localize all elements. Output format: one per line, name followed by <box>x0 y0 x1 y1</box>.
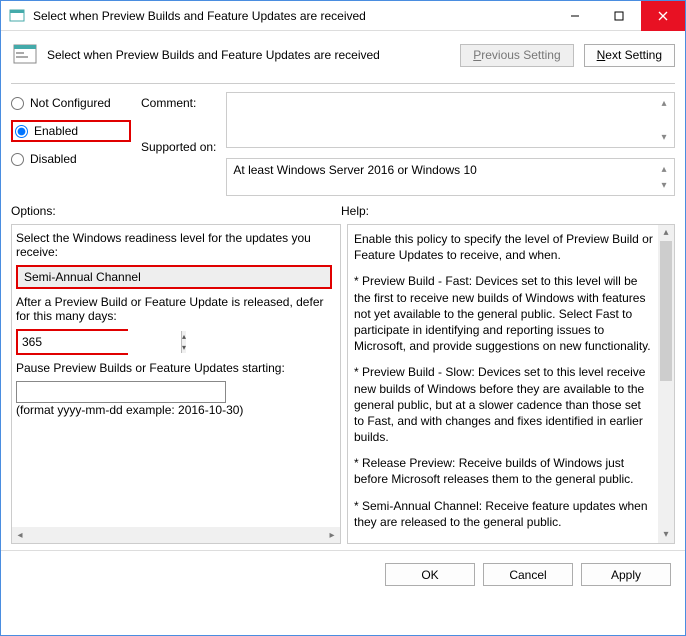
divider <box>11 83 675 84</box>
channel-value: Semi-Annual Channel <box>24 270 141 284</box>
minimize-button[interactable] <box>553 1 597 31</box>
next-setting-button[interactable]: Next Setting <box>584 44 675 67</box>
supported-on-box: At least Windows Server 2016 or Windows … <box>226 158 675 196</box>
help-text: * Semi-Annual Channel: Receive feature u… <box>354 498 654 530</box>
titlebar: Select when Preview Builds and Feature U… <box>1 1 685 31</box>
cancel-button[interactable]: Cancel <box>483 563 573 586</box>
supported-on-text: At least Windows Server 2016 or Windows … <box>233 163 476 177</box>
comment-label: Comment: <box>141 96 216 110</box>
previous-setting-button: Previous Setting <box>460 44 573 67</box>
scroll-down-icon[interactable]: ▾ <box>656 129 672 145</box>
radio-label: Disabled <box>30 152 77 166</box>
options-heading: Options: <box>11 204 341 218</box>
radio-input-not-configured[interactable] <box>11 97 24 110</box>
pause-label: Pause Preview Builds or Feature Updates … <box>16 361 332 375</box>
help-text: Enable this policy to specify the level … <box>354 231 654 263</box>
help-pane: Enable this policy to specify the level … <box>347 224 675 544</box>
policy-title: Select when Preview Builds and Feature U… <box>47 48 452 62</box>
app-icon <box>7 6 27 26</box>
defer-days-spinner[interactable]: ▴ ▾ <box>16 329 128 355</box>
supported-label: Supported on: <box>141 140 216 154</box>
apply-button[interactable]: Apply <box>581 563 671 586</box>
help-heading: Help: <box>341 204 369 218</box>
header-row: Select when Preview Builds and Feature U… <box>1 31 685 75</box>
pause-date-input[interactable] <box>16 381 226 403</box>
radio-not-configured[interactable]: Not Configured <box>11 96 131 110</box>
radio-label: Not Configured <box>30 96 111 110</box>
scroll-right-icon[interactable]: ▸ <box>324 527 340 543</box>
defer-label: After a Preview Build or Feature Update … <box>16 295 332 323</box>
help-text: The following Windows Readiness levels h… <box>354 540 654 544</box>
radio-input-disabled[interactable] <box>11 153 24 166</box>
scroll-up-icon[interactable]: ▴ <box>656 95 672 111</box>
close-button[interactable] <box>641 1 685 31</box>
readiness-label: Select the Windows readiness level for t… <box>16 231 332 259</box>
radio-input-enabled[interactable] <box>15 125 28 138</box>
scroll-down-icon[interactable]: ▾ <box>656 177 672 193</box>
window-title: Select when Preview Builds and Feature U… <box>33 9 553 23</box>
scroll-up-icon[interactable]: ▴ <box>658 225 674 241</box>
scroll-left-icon[interactable]: ◂ <box>12 527 28 543</box>
highlight-enabled: Enabled <box>11 120 131 142</box>
maximize-button[interactable] <box>597 1 641 31</box>
policy-icon <box>11 41 39 69</box>
radio-disabled[interactable]: Disabled <box>11 152 131 166</box>
ok-button[interactable]: OK <box>385 563 475 586</box>
help-text: * Preview Build - Slow: Devices set to t… <box>354 364 654 445</box>
radio-enabled[interactable]: Enabled <box>15 124 78 138</box>
help-text: * Release Preview: Receive builds of Win… <box>354 455 654 487</box>
scroll-up-icon[interactable]: ▴ <box>656 161 672 177</box>
spin-down-icon[interactable]: ▾ <box>182 342 186 353</box>
format-hint: (format yyyy-mm-dd example: 2016-10-30) <box>16 403 332 417</box>
scroll-thumb[interactable] <box>660 241 672 381</box>
dialog-footer: OK Cancel Apply <box>1 550 685 598</box>
scroll-down-icon[interactable]: ▾ <box>658 527 674 543</box>
horizontal-scrollbar[interactable]: ◂ ▸ <box>12 527 340 543</box>
help-text: * Preview Build - Fast: Devices set to t… <box>354 273 654 354</box>
radio-label: Enabled <box>34 124 78 138</box>
defer-days-input[interactable] <box>18 331 181 353</box>
spin-up-icon[interactable]: ▴ <box>182 331 186 342</box>
comment-textarea[interactable]: ▴ ▾ <box>226 92 675 148</box>
vertical-scrollbar[interactable]: ▴ ▾ <box>658 225 674 543</box>
channel-select[interactable]: Semi-Annual Channel <box>16 265 332 289</box>
options-pane: Select the Windows readiness level for t… <box>11 224 341 544</box>
